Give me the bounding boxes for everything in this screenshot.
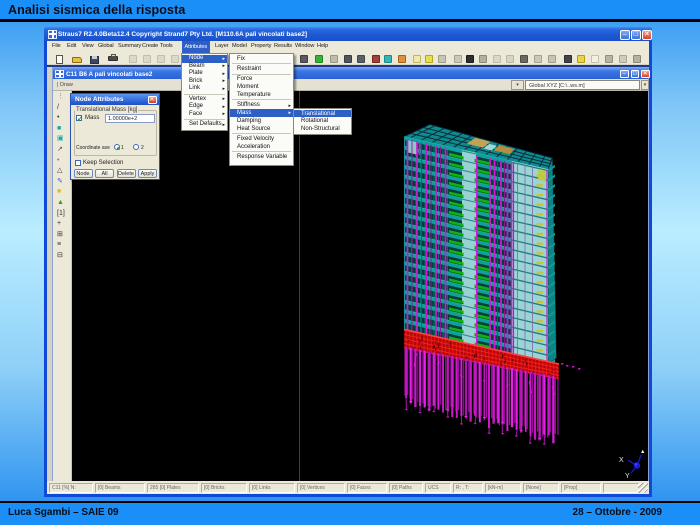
svg-text:▲: ▲: [640, 449, 645, 455]
svg-text:Y: Y: [625, 473, 630, 480]
svg-text:X: X: [619, 457, 624, 464]
